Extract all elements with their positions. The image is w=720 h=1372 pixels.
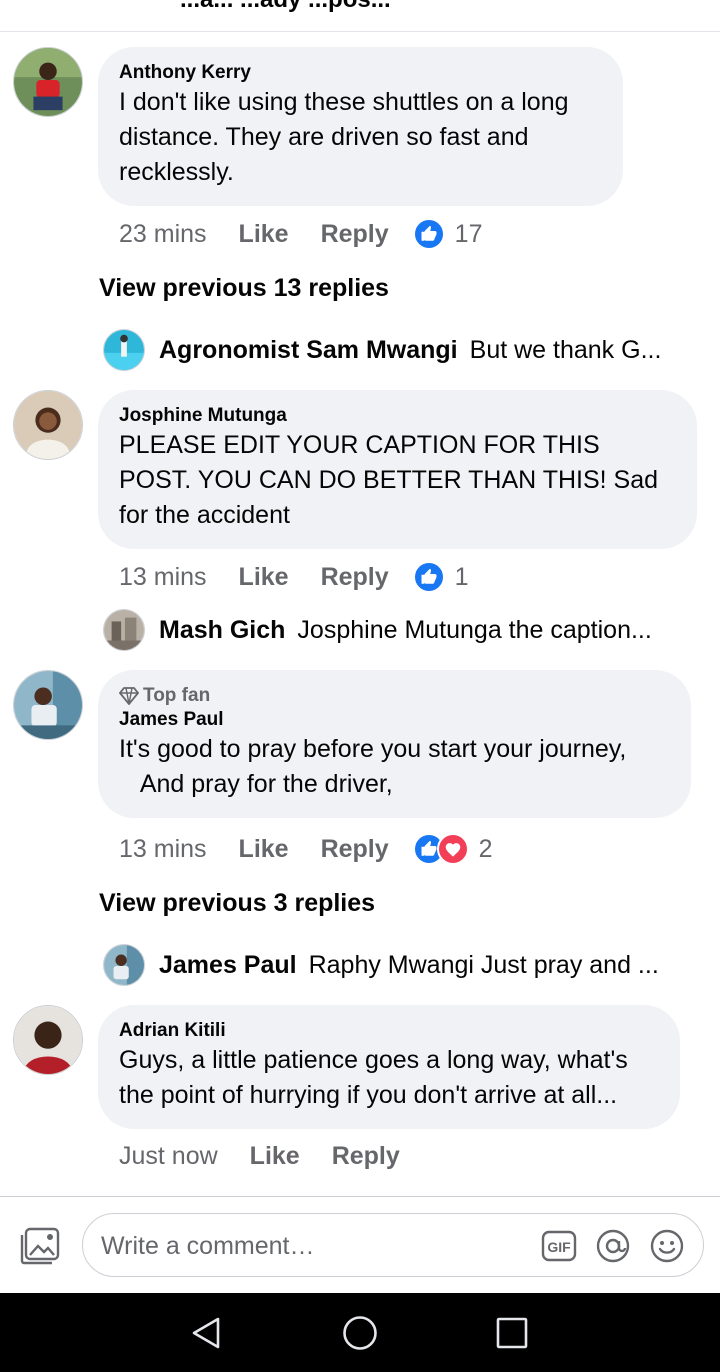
svg-text:GIF: GIF xyxy=(547,1239,571,1255)
like-button[interactable]: Like xyxy=(239,563,289,592)
comment-author[interactable]: James Paul xyxy=(119,708,669,732)
comment-author[interactable]: Adrian Kitili xyxy=(119,1019,658,1043)
comment-input[interactable] xyxy=(101,1226,521,1266)
reply-text: But we thank G... xyxy=(469,335,662,364)
comment-composer: GIF xyxy=(0,1197,720,1293)
reply-button[interactable]: Reply xyxy=(321,220,389,249)
reply-text: Josphine Mutunga the caption... xyxy=(297,615,652,644)
comment-bubble[interactable]: Anthony Kerry I don't like using these s… xyxy=(98,47,623,206)
comment-time[interactable]: 13 mins xyxy=(119,835,207,864)
avatar-james-paul[interactable] xyxy=(13,670,83,740)
reply-button[interactable]: Reply xyxy=(332,1142,400,1171)
reply-preview[interactable]: Mash Gich Josphine Mutunga the caption..… xyxy=(103,608,652,652)
comment-time[interactable]: 13 mins xyxy=(119,563,207,592)
home-icon[interactable] xyxy=(340,1313,380,1353)
recents-icon[interactable] xyxy=(492,1313,532,1353)
comment-text: Guys, a little patience goes a long way,… xyxy=(119,1046,635,1109)
like-reaction-icon xyxy=(412,561,445,593)
reply-preview[interactable]: James Paul Raphy Mwangi Just pray and ..… xyxy=(103,943,659,987)
emoji-icon[interactable] xyxy=(649,1228,685,1264)
avatar-adrian-kitili[interactable] xyxy=(13,1005,83,1075)
comment-time[interactable]: Just now xyxy=(119,1142,218,1171)
reaction-count: 2 xyxy=(478,834,493,863)
comment-author[interactable]: Josphine Mutunga xyxy=(119,404,675,428)
like-button[interactable]: Like xyxy=(250,1142,300,1171)
reply-author[interactable]: Agronomist Sam Mwangi xyxy=(159,336,458,365)
reaction-summary[interactable]: 1 xyxy=(412,561,469,593)
like-button[interactable]: Like xyxy=(239,220,289,249)
post-header-strip: ...a... ...ady ...pos... xyxy=(0,0,720,32)
diamond-icon xyxy=(119,687,139,705)
avatar-agronomist-sam-mwangi[interactable] xyxy=(103,329,145,371)
comment-input-container[interactable]: GIF xyxy=(82,1213,704,1277)
mention-icon[interactable] xyxy=(595,1228,631,1264)
comment-text: PLEASE EDIT YOUR CAPTION FOR THIS POST. … xyxy=(119,431,665,529)
comment-text: It's good to pray before you start your … xyxy=(119,735,627,798)
reply-author[interactable]: Mash Gich xyxy=(159,616,285,645)
comments-feed[interactable]: Anthony Kerry I don't like using these s… xyxy=(0,32,720,1196)
post-header-title: ...a... ...ady ...pos... xyxy=(180,0,391,14)
top-fan-badge: Top fan xyxy=(119,684,669,708)
reaction-count: 17 xyxy=(454,219,483,248)
reply-author[interactable]: James Paul xyxy=(159,951,297,980)
back-icon[interactable] xyxy=(186,1313,226,1353)
comment-author[interactable]: Anthony Kerry xyxy=(119,61,601,85)
view-previous-replies[interactable]: View previous 3 replies xyxy=(99,889,375,918)
avatar-josphine-mutunga[interactable] xyxy=(13,390,83,460)
avatar-james-paul-small[interactable] xyxy=(103,944,145,986)
reply-text: Raphy Mwangi Just pray and ... xyxy=(308,950,659,979)
comment-bubble[interactable]: Josphine Mutunga PLEASE EDIT YOUR CAPTIO… xyxy=(98,390,697,549)
comment-bubble[interactable]: Top fan James Paul It's good to pray bef… xyxy=(98,670,691,818)
comment-text: I don't like using these shuttles on a l… xyxy=(119,88,576,186)
view-previous-replies[interactable]: View previous 13 replies xyxy=(99,274,389,303)
photo-icon[interactable] xyxy=(18,1224,62,1268)
top-fan-label: Top fan xyxy=(143,685,211,706)
avatar-anthony-kerry[interactable] xyxy=(13,47,83,117)
reaction-count: 1 xyxy=(454,562,469,591)
avatar-mash-gich[interactable] xyxy=(103,609,145,651)
reply-button[interactable]: Reply xyxy=(321,835,389,864)
reaction-summary[interactable]: 2 xyxy=(412,833,493,865)
like-button[interactable]: Like xyxy=(239,835,289,864)
comment-meta: 13 mins Like Reply 1 xyxy=(119,559,469,595)
comment-time[interactable]: 23 mins xyxy=(119,220,207,249)
love-reaction-icon xyxy=(436,833,469,865)
reaction-summary[interactable]: 17 xyxy=(412,218,483,250)
like-reaction-icon xyxy=(412,218,445,250)
android-nav-bar xyxy=(0,1293,720,1372)
comment-meta: 13 mins Like Reply 2 xyxy=(119,831,493,867)
reply-button[interactable]: Reply xyxy=(321,563,389,592)
comment-meta: Just now Like Reply xyxy=(119,1138,400,1174)
reply-preview[interactable]: Agronomist Sam Mwangi But we thank G... xyxy=(103,328,661,372)
gif-icon[interactable]: GIF xyxy=(541,1228,577,1264)
comment-meta: 23 mins Like Reply 17 xyxy=(119,216,482,252)
comment-bubble[interactable]: Adrian Kitili Guys, a little patience go… xyxy=(98,1005,680,1129)
